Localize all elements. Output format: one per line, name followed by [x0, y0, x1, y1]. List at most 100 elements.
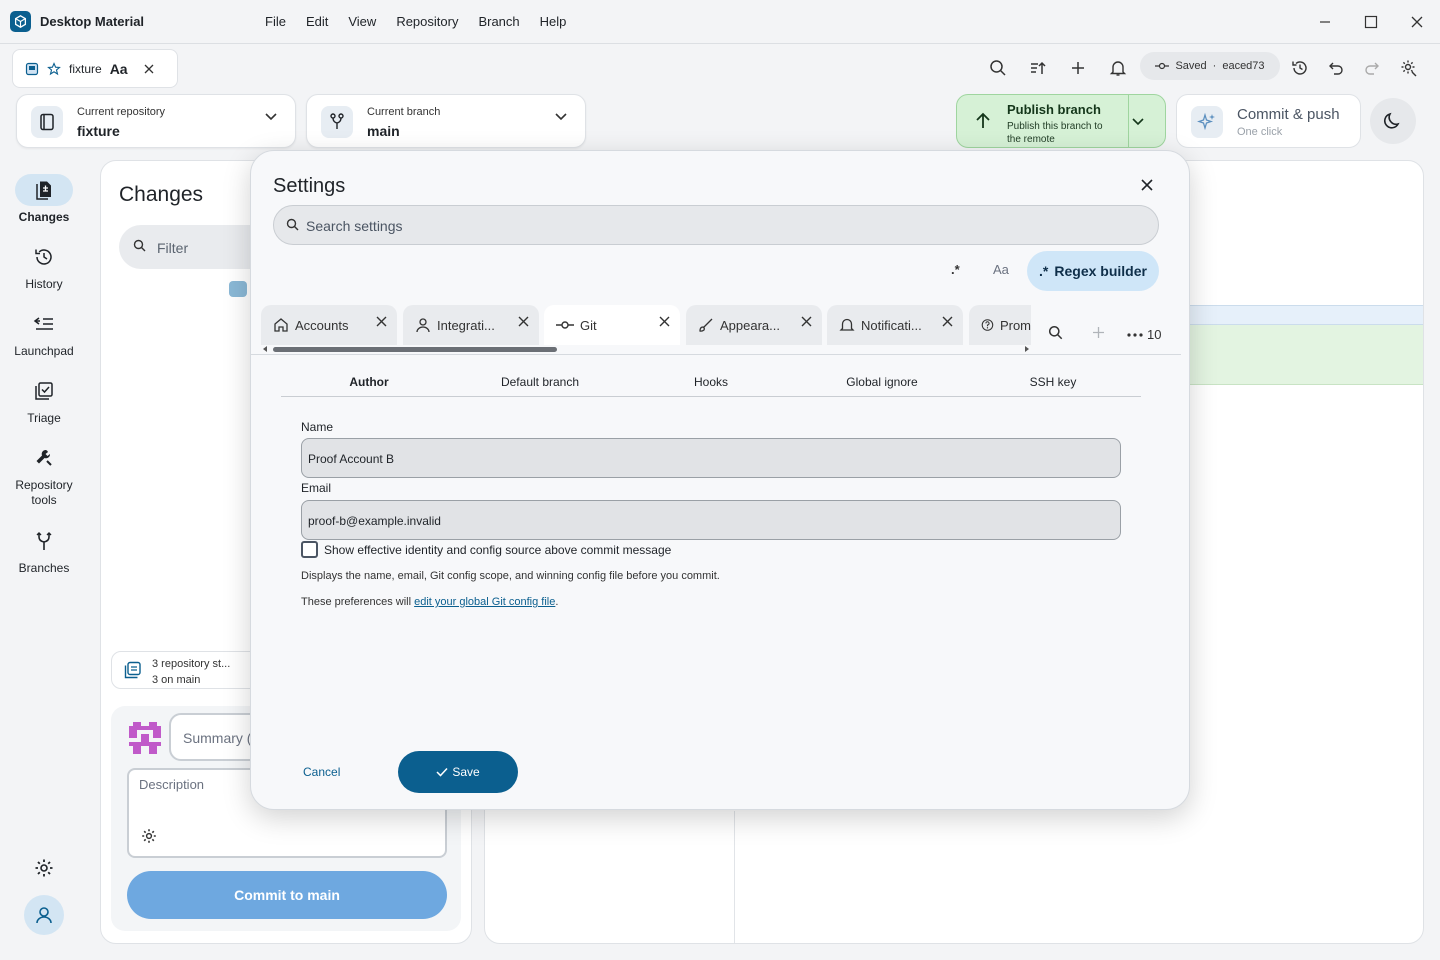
scroll-right-icon[interactable] [1023, 345, 1031, 353]
regex-builder-button[interactable]: .* Regex builder [1027, 251, 1159, 291]
search-icon [133, 239, 146, 252]
email-field[interactable]: proof-b@example.invalid [301, 500, 1121, 540]
search-icon[interactable] [1048, 325, 1064, 341]
menu-help[interactable]: Help [530, 14, 577, 29]
commit-icon [1155, 62, 1170, 70]
settings-sync-icon[interactable] [1397, 57, 1421, 79]
config-hint: These preferences will edit your global … [301, 596, 558, 608]
bell-icon [839, 318, 855, 331]
nav-launchpad[interactable]: Launchpad [0, 308, 88, 358]
close-tab-icon[interactable] [942, 316, 953, 327]
search-icon[interactable] [986, 57, 1010, 79]
subtab-hooks[interactable]: Hooks [626, 375, 796, 389]
save-button[interactable]: Save [398, 751, 518, 793]
menu-repository[interactable]: Repository [386, 14, 468, 29]
minimize-button[interactable] [1315, 12, 1335, 32]
regex-builder-label: Regex builder [1054, 263, 1147, 279]
add-tab-icon[interactable] [1092, 326, 1105, 339]
branch-selector[interactable]: Current branch main [306, 94, 586, 148]
subtab-ssh-key[interactable]: SSH key [968, 375, 1138, 389]
tab-integrations[interactable]: Integrati... [403, 305, 539, 345]
repository-tab[interactable]: fixture Aa [12, 49, 178, 88]
theme-toggle-button[interactable] [1370, 98, 1416, 144]
menu-file[interactable]: File [255, 14, 296, 29]
chevron-down-icon [555, 113, 567, 121]
repo-book-icon [31, 106, 63, 138]
history-icon [15, 241, 73, 273]
close-tab-icon[interactable] [659, 316, 670, 327]
gear-icon[interactable] [141, 828, 157, 844]
tab-scrollbar-thumb[interactable] [273, 347, 557, 352]
filter-placeholder: Filter [157, 240, 189, 256]
bell-icon[interactable] [1106, 57, 1130, 79]
commit-push-button[interactable]: Commit & push One click [1176, 94, 1361, 148]
sparkle-icon [1191, 106, 1223, 138]
commit-button[interactable]: Commit to main [127, 871, 447, 919]
cancel-button[interactable]: Cancel [303, 765, 340, 779]
menu-edit[interactable]: Edit [296, 14, 338, 29]
close-icon[interactable] [1137, 175, 1157, 195]
show-identity-checkbox[interactable] [301, 541, 318, 558]
close-tab-icon[interactable] [144, 64, 154, 74]
identity-hint: Displays the name, email, Git config sco… [301, 570, 720, 582]
show-identity-label: Show effective identity and config sourc… [324, 543, 672, 557]
tab-notifications[interactable]: Notificati... [827, 305, 963, 345]
tab-accounts-label: Accounts [295, 317, 349, 333]
menu-branch[interactable]: Branch [468, 14, 529, 29]
saved-status-badge[interactable]: Saved · eaced73 [1140, 52, 1280, 80]
close-tab-icon[interactable] [518, 316, 529, 327]
maximize-button[interactable] [1361, 12, 1381, 32]
save-label: Save [452, 765, 480, 779]
menu-view[interactable]: View [338, 14, 386, 29]
repo-book-icon [25, 62, 39, 75]
tab-git[interactable]: Git [544, 305, 680, 345]
tab-scrollbar[interactable] [261, 345, 1031, 353]
close-window-button[interactable] [1407, 12, 1427, 32]
diff-divider [734, 811, 735, 943]
publish-branch-button[interactable]: Publish branch Publish this branch to th… [956, 94, 1166, 148]
case-toggle[interactable]: Aa [993, 262, 1009, 277]
regex-toggle[interactable]: .* [951, 262, 960, 277]
close-tab-icon[interactable] [376, 316, 387, 327]
edit-global-config-link[interactable]: edit your global Git config file [414, 596, 555, 608]
tab-git-label: Git [580, 317, 597, 333]
star-icon[interactable] [47, 61, 61, 76]
config-hint-prefix: These preferences will [301, 596, 415, 608]
select-all-badge[interactable] [229, 281, 247, 297]
title-bar: Desktop Material File Edit View Reposito… [0, 0, 1440, 44]
history-restore-icon[interactable] [1288, 57, 1312, 79]
settings-search-input[interactable]: Search settings [273, 205, 1159, 245]
triage-icon [15, 375, 73, 407]
branch-selector-value: main [367, 123, 400, 139]
publish-divider [1128, 95, 1129, 147]
sort-icon[interactable] [1026, 57, 1050, 79]
tab-prompts[interactable]: Prom [969, 305, 1031, 345]
more-tabs-button[interactable]: 10 [1127, 327, 1161, 342]
undo-icon[interactable] [1324, 57, 1348, 79]
regex-builder-icon: .* [1039, 263, 1049, 279]
close-tab-icon[interactable] [801, 316, 812, 327]
nav-history[interactable]: History [0, 241, 88, 291]
font-toggle[interactable]: Aa [110, 61, 128, 77]
nav-triage[interactable]: Triage [0, 375, 88, 425]
tab-accounts[interactable]: Accounts [261, 305, 397, 345]
subtab-author[interactable]: Author [284, 375, 454, 389]
name-label: Name [301, 420, 334, 434]
subtab-global-ignore[interactable]: Global ignore [797, 375, 967, 389]
repository-selector[interactable]: Current repository fixture [16, 94, 296, 148]
name-field[interactable]: Proof Account B [301, 438, 1121, 478]
tab-appearance[interactable]: Appeara... [686, 305, 822, 345]
settings-gear-icon[interactable] [24, 848, 64, 888]
redo-icon[interactable] [1360, 57, 1384, 79]
nav-repository-tools[interactable]: Repository tools [0, 442, 88, 508]
check-icon [436, 767, 448, 777]
account-avatar[interactable] [24, 895, 64, 935]
nav-changes[interactable]: Changes [0, 174, 88, 224]
chevron-down-icon[interactable] [1132, 118, 1144, 126]
nav-branches[interactable]: Branches [0, 525, 88, 575]
subtab-default-branch[interactable]: Default branch [455, 375, 625, 389]
scroll-left-icon[interactable] [261, 345, 269, 353]
brush-icon [699, 318, 713, 332]
add-icon[interactable] [1066, 57, 1090, 79]
nav-changes-label: Changes [18, 210, 70, 224]
